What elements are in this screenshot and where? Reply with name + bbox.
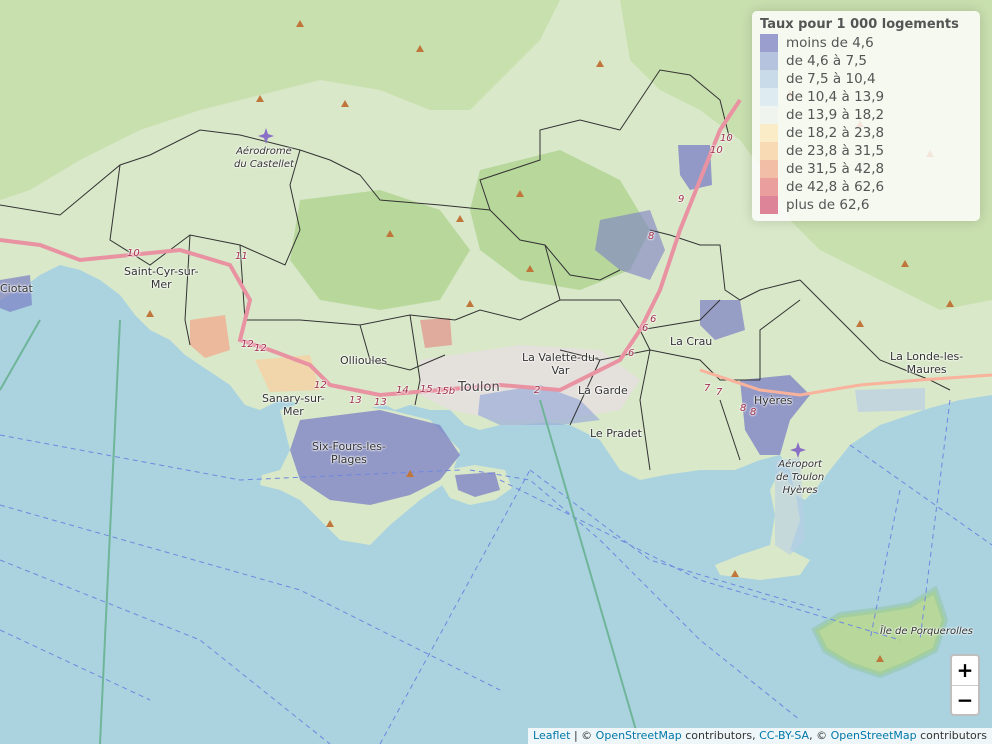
legend-item: de 18,2 à 23,8	[760, 124, 972, 142]
leaflet-link[interactable]: Leaflet	[533, 729, 570, 742]
legend-swatch	[760, 160, 778, 178]
attribution-text: contributors,	[681, 729, 760, 742]
legend-item: de 7,5 à 10,4	[760, 70, 972, 88]
legend-label: moins de 4,6	[786, 35, 874, 51]
legend-swatch	[760, 34, 778, 52]
zoom-out-button[interactable]: −	[952, 686, 978, 715]
legend-item: de 31,5 à 42,8	[760, 160, 972, 178]
place-aeroport-toulon-hyeres: Aéroport de Toulon Hyères	[776, 459, 825, 496]
road-number: 13	[349, 395, 362, 406]
road-number: 12	[254, 343, 267, 354]
choropleth-zone	[855, 388, 925, 412]
map[interactable]: Ciotat Saint-Cyr-sur- Mer Aérodrome du C…	[0, 0, 992, 744]
legend-label: de 18,2 à 23,8	[786, 125, 885, 141]
road-number: 8	[648, 231, 655, 242]
attribution-text: contributors	[916, 729, 987, 742]
place-sanary: Sanary-sur- Mer	[262, 392, 325, 418]
road-number: 10	[720, 133, 733, 144]
legend-label: de 4,6 à 7,5	[786, 53, 867, 69]
place-porquerolles: Île de Porquerolles	[880, 626, 973, 637]
road-number: 15	[420, 384, 433, 395]
legend-label: plus de 62,6	[786, 197, 870, 213]
cc-by-sa-link[interactable]: CC-BY-SA	[759, 729, 809, 742]
road-number: 14	[396, 385, 409, 396]
legend-label: de 7,5 à 10,4	[786, 71, 876, 87]
place-hyeres: Hyères	[754, 394, 793, 407]
legend-label: de 31,5 à 42,8	[786, 161, 885, 177]
place-le-pradet: Le Pradet	[590, 427, 642, 440]
legend-swatch	[760, 52, 778, 70]
legend-label: de 23,8 à 31,5	[786, 143, 885, 159]
legend-swatch	[760, 88, 778, 106]
legend-item: de 4,6 à 7,5	[760, 52, 972, 70]
road-number: 15b	[436, 386, 456, 397]
road-number: 10	[710, 145, 723, 156]
place-aerodrome-castellet: Aérodrome du Castellet	[234, 146, 294, 170]
legend-item: de 23,8 à 31,5	[760, 142, 972, 160]
road-number: 7	[716, 387, 723, 398]
legend-label: de 10,4 à 13,9	[786, 89, 885, 105]
attribution-text: | ©	[570, 729, 596, 742]
legend-item: moins de 4,6	[760, 34, 972, 52]
osm-link[interactable]: OpenStreetMap	[831, 729, 917, 742]
place-saint-cyr: Saint-Cyr-sur- Mer	[124, 265, 199, 291]
road-number: 11	[235, 251, 248, 262]
legend-label: de 42,8 à 62,6	[786, 179, 885, 195]
place-ciotat: Ciotat	[0, 282, 33, 295]
legend-items: moins de 4,6 de 4,6 à 7,5 de 7,5 à 10,4 de …	[760, 34, 972, 214]
legend-swatch	[760, 70, 778, 88]
road-number: 7	[704, 383, 711, 394]
legend-title: Taux pour 1 000 logements	[760, 17, 959, 32]
place-la-crau: La Crau	[670, 335, 713, 348]
road-number: 2	[534, 385, 541, 396]
zoom-control: + −	[950, 654, 980, 716]
choropleth-zone	[420, 318, 452, 348]
place-la-garde: La Garde	[578, 384, 628, 397]
legend-item: plus de 62,6	[760, 196, 972, 214]
attribution-text: , ©	[809, 729, 831, 742]
road-number: 13	[374, 397, 387, 408]
legend-item: de 13,9 à 18,2	[760, 106, 972, 124]
road-number: 6	[628, 348, 635, 359]
road-number: 8	[750, 407, 757, 418]
legend-label: de 13,9 à 18,2	[786, 107, 885, 123]
place-six-fours: Six-Fours-les- Plages	[312, 440, 386, 466]
legend-item: de 42,8 à 62,6	[760, 178, 972, 196]
legend-swatch	[760, 124, 778, 142]
map-legend: Taux pour 1 000 logements moins de 4,6 de…	[752, 11, 980, 221]
road-number: 6	[650, 314, 657, 325]
road-number: 6	[642, 323, 649, 334]
road-number: 12	[314, 380, 327, 391]
legend-swatch	[760, 106, 778, 124]
place-la-valette: La Valette-du- Var	[522, 351, 599, 377]
place-toulon: Toulon	[458, 380, 500, 395]
legend-item: de 10,4 à 13,9	[760, 88, 972, 106]
road-number: 9	[678, 194, 685, 205]
zoom-in-button[interactable]: +	[952, 656, 978, 686]
place-ollioules: Ollioules	[340, 354, 388, 367]
legend-swatch	[760, 196, 778, 214]
legend-swatch	[760, 178, 778, 196]
osm-link[interactable]: OpenStreetMap	[596, 729, 682, 742]
legend-swatch	[760, 142, 778, 160]
attribution: Leaflet | © OpenStreetMap contributors , …	[528, 728, 992, 744]
road-number: 10	[127, 248, 140, 259]
place-la-londe: La Londe-les- Maures	[890, 350, 964, 376]
road-number: 12	[241, 339, 254, 350]
road-number: 8	[740, 403, 747, 414]
